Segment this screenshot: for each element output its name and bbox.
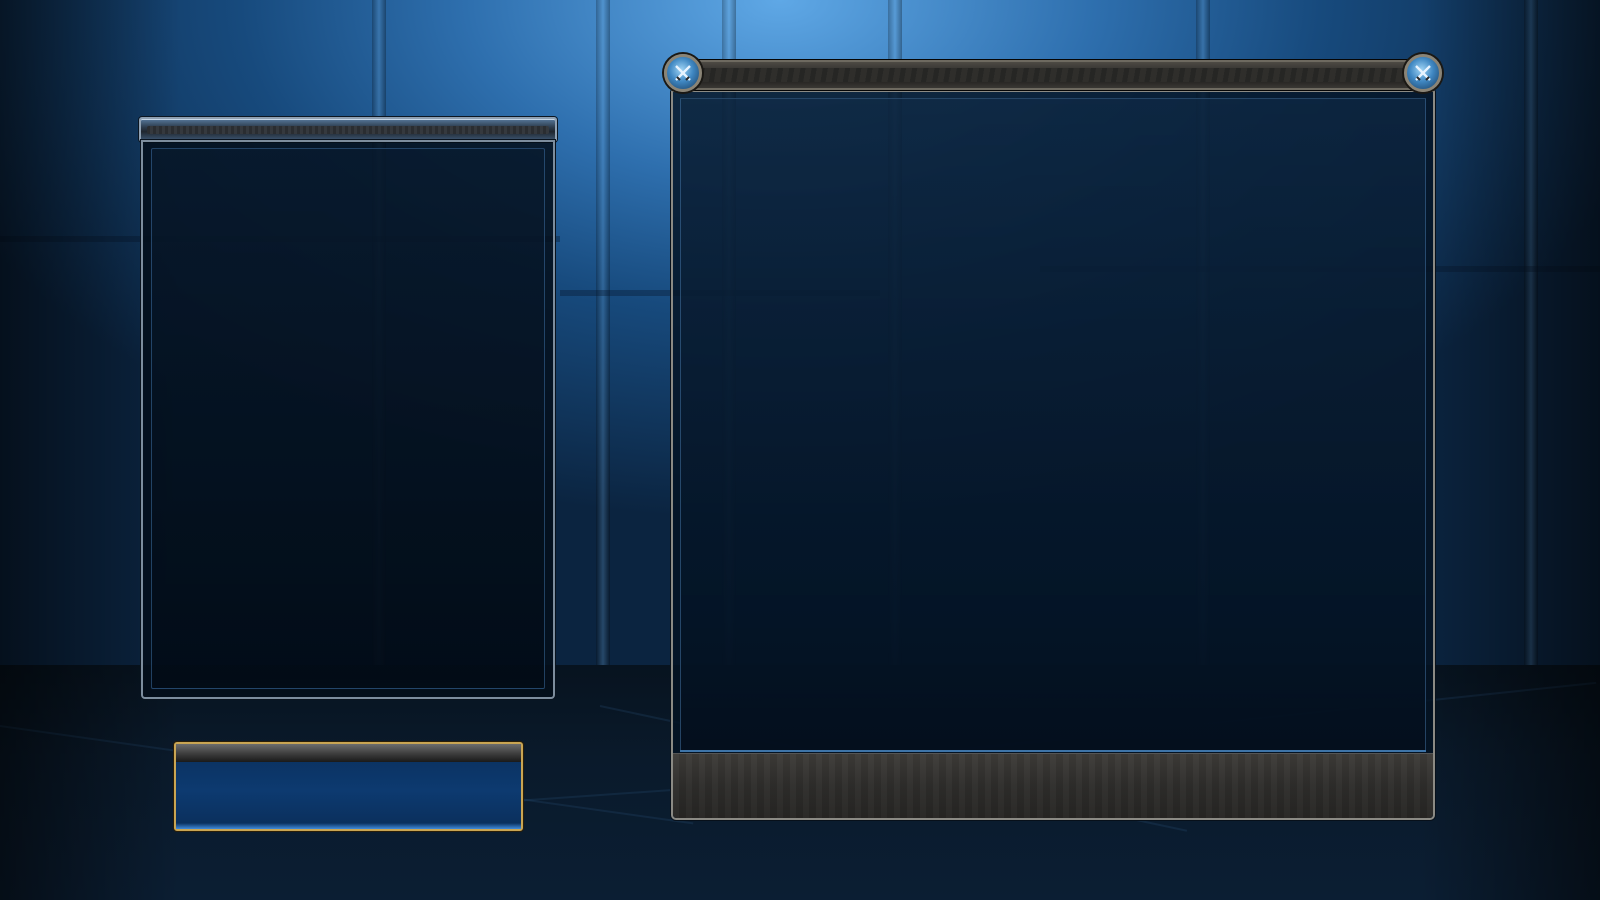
action-button-label xyxy=(176,762,521,823)
left-panel-body xyxy=(141,140,555,699)
right-panel-header xyxy=(678,60,1428,90)
crossed-swords-icon xyxy=(664,54,702,92)
action-button-glow xyxy=(176,823,521,829)
right-panel-divider xyxy=(680,750,1426,752)
right-panel-footer xyxy=(673,753,1433,818)
left-panel-content xyxy=(151,148,545,689)
right-panel-title xyxy=(700,68,1406,82)
left-panel xyxy=(139,117,557,699)
crossed-swords-icon xyxy=(1404,54,1442,92)
background-pillar xyxy=(596,0,610,680)
right-panel-content xyxy=(680,98,1426,752)
right-panel xyxy=(664,54,1442,820)
action-button-header-bar xyxy=(176,744,521,762)
left-panel-header xyxy=(139,117,557,142)
left-panel-title xyxy=(147,126,549,134)
action-button[interactable] xyxy=(174,742,523,831)
right-panel-body xyxy=(671,90,1435,820)
